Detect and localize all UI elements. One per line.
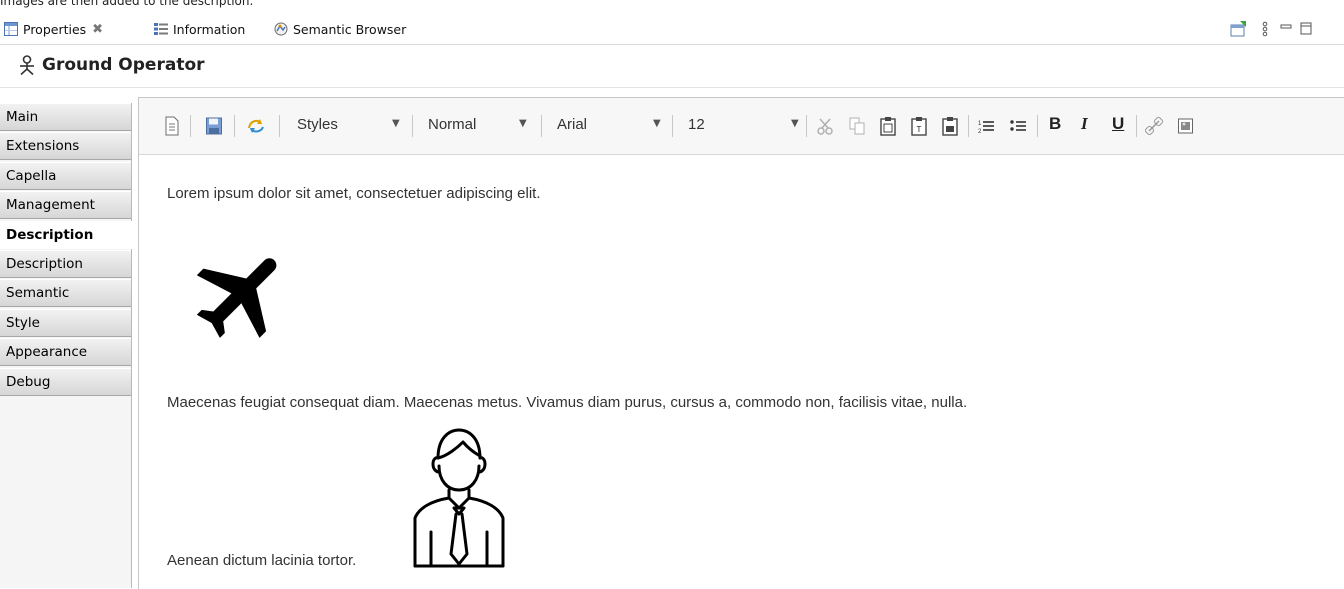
chevron-down-icon[interactable]: ▼ <box>392 118 400 129</box>
sidebar-item-management[interactable]: Management <box>0 191 131 220</box>
tab-information[interactable]: Information <box>154 14 245 44</box>
close-icon[interactable]: ✖ <box>92 22 103 37</box>
pin-editor-icon[interactable] <box>1230 21 1248 37</box>
refresh-icon[interactable] <box>247 116 265 136</box>
copy-icon[interactable] <box>848 116 866 136</box>
editor-paragraph: Lorem ipsum dolor sit amet, consectetuer… <box>167 185 541 202</box>
tab-semantic-browser-label: Semantic Browser <box>293 21 407 37</box>
chevron-down-icon[interactable]: ▼ <box>519 118 527 129</box>
bold-button[interactable]: B <box>1049 114 1061 134</box>
svg-text:2: 2 <box>978 129 982 135</box>
chevron-down-icon[interactable]: ▼ <box>791 118 799 129</box>
view-menu-icon[interactable] <box>1260 21 1270 37</box>
minimize-icon[interactable] <box>1280 21 1292 37</box>
tab-semantic-browser[interactable]: Semantic Browser <box>274 14 406 44</box>
styles-dropdown[interactable]: Styles <box>297 116 338 136</box>
paste-text-icon[interactable]: T <box>910 116 928 136</box>
source-icon[interactable] <box>163 116 181 136</box>
information-icon <box>154 23 168 35</box>
sidebar-item-description[interactable]: Description <box>0 249 131 278</box>
format-dropdown[interactable]: Normal <box>428 116 476 136</box>
sidebar-item-description-selected[interactable]: Description <box>0 220 132 249</box>
svg-text:T: T <box>917 125 922 134</box>
properties-icon <box>4 22 18 36</box>
sidebar-item-appearance[interactable]: Appearance <box>0 338 131 367</box>
save-icon[interactable] <box>205 116 223 136</box>
chevron-down-icon[interactable]: ▼ <box>653 118 661 129</box>
underline-button[interactable]: U <box>1112 114 1124 134</box>
paste-word-icon[interactable] <box>941 116 959 136</box>
sidebar-item-extensions[interactable]: Extensions <box>0 132 131 161</box>
sidebar-item-capella[interactable]: Capella <box>0 161 131 190</box>
semantic-browser-icon <box>274 22 288 36</box>
editor-paragraph: Aenean dictum lacinia tortor. <box>167 552 357 569</box>
maximize-icon[interactable] <box>1300 21 1312 37</box>
svg-text:1: 1 <box>978 121 982 127</box>
editor-paragraph: Maecenas feugiat consequat diam. Maecena… <box>167 394 968 411</box>
tab-properties-label: Properties <box>23 21 87 37</box>
tab-properties[interactable]: Properties ✖ <box>4 14 146 44</box>
sidebar-item-main[interactable]: Main <box>0 103 131 131</box>
sidebar-item-style[interactable]: Style <box>0 308 131 337</box>
description-editor-panel: Styles ▼ Normal ▼ Arial ▼ 12 ▼ T 1 2 B I… <box>138 97 1344 589</box>
sidebar-item-semantic[interactable]: Semantic <box>0 279 131 308</box>
page-title: Ground Operator <box>42 55 205 75</box>
paste-icon[interactable] <box>879 116 897 136</box>
italic-button[interactable]: I <box>1081 114 1088 134</box>
numbered-list-icon[interactable]: 1 2 <box>977 116 995 136</box>
cut-icon[interactable] <box>816 116 834 136</box>
businessman-image <box>413 428 505 568</box>
tab-information-label: Information <box>173 21 246 37</box>
font-size-dropdown[interactable]: 12 <box>688 116 705 136</box>
rich-text-toolbar: Styles ▼ Normal ▼ Arial ▼ 12 ▼ T 1 2 B I… <box>139 98 1344 155</box>
bulleted-list-icon[interactable] <box>1009 116 1027 136</box>
caption-text: Images are then added to the description… <box>0 0 254 8</box>
view-toolbar <box>1230 14 1312 44</box>
property-tabs-sidebar: Main Extensions Capella Management Descr… <box>0 103 132 588</box>
view-tab-bar: Properties ✖ Information Semantic Browse… <box>0 14 1344 45</box>
link-icon[interactable] <box>1145 116 1163 136</box>
rich-text-editor[interactable]: Lorem ipsum dolor sit amet, consectetuer… <box>139 155 1344 589</box>
image-icon[interactable] <box>1177 116 1195 136</box>
properties-header: Ground Operator <box>0 45 1344 88</box>
sidebar-item-debug[interactable]: Debug <box>0 367 131 396</box>
font-dropdown[interactable]: Arial <box>557 116 587 136</box>
operator-icon <box>20 55 34 75</box>
airplane-image <box>196 258 277 338</box>
